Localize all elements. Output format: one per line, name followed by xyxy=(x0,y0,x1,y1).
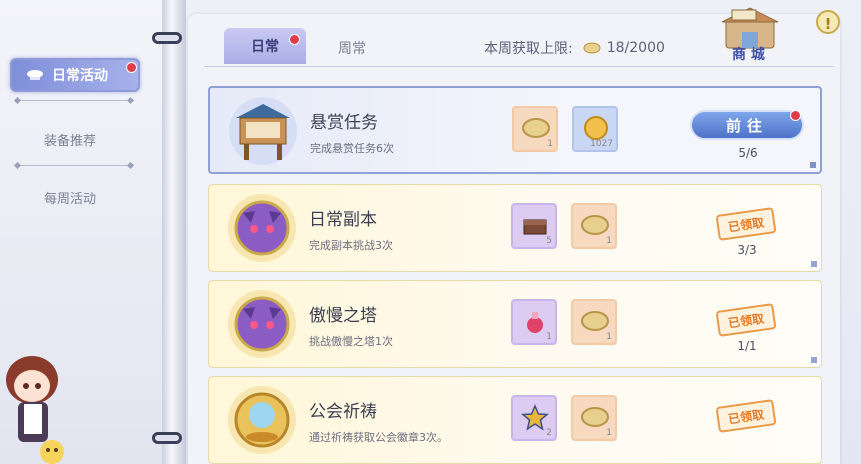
divider xyxy=(204,66,834,67)
chibi-character-image xyxy=(6,356,64,464)
divider xyxy=(18,100,130,101)
notification-dot xyxy=(126,62,137,73)
binder-spine xyxy=(162,0,186,464)
task-title: 日常副本 xyxy=(309,210,377,230)
task-desc: 通过祈祷获取公会徽章3次。 xyxy=(309,431,448,444)
notification-dot xyxy=(289,34,300,45)
task-row: 公会祈祷 通过祈祷获取公会徽章3次。 2 1 已领取 xyxy=(208,376,822,464)
weekly-limit-label: 本周获取上限: xyxy=(484,41,573,57)
binder-ring xyxy=(152,432,182,444)
claimed-stamp: 已领取 xyxy=(715,399,777,433)
go-button[interactable]: 前往 xyxy=(690,110,804,140)
claimed-stamp: 已领取 xyxy=(715,207,777,241)
reward-slot[interactable]: 1 xyxy=(571,299,617,345)
task-title: 傲慢之塔 xyxy=(309,306,377,326)
task-desc: 完成悬赏任务6次 xyxy=(310,142,394,155)
task-row: 傲慢之塔 挑战傲慢之塔1次 1 1 已领取 1/1 xyxy=(208,280,822,368)
reward-qty: 1027 xyxy=(590,139,613,149)
reward-slot[interactable]: 1 xyxy=(511,299,557,345)
corner-mark xyxy=(811,261,817,267)
sidebar-item-label: 日常活动 xyxy=(52,68,108,84)
notification-dot xyxy=(790,110,801,121)
demon-mask-icon xyxy=(228,290,296,358)
task-progress: 3/3 xyxy=(737,243,757,257)
reward-qty: 5 xyxy=(546,236,552,246)
reward-slot[interactable]: 1 xyxy=(571,203,617,249)
reward-slot[interactable]: 1 xyxy=(512,106,558,152)
task-progress: 1/1 xyxy=(737,339,757,353)
tab-weekly[interactable]: 周常 xyxy=(338,38,366,58)
sidebar-item-daily-activity[interactable]: 日常活动 xyxy=(10,58,140,92)
binder-ring xyxy=(152,32,182,44)
task-desc: 完成副本挑战3次 xyxy=(309,239,393,252)
reward-qty: 1 xyxy=(547,139,553,149)
reward-qty: 1 xyxy=(606,428,612,438)
reward-slot[interactable]: 1 xyxy=(571,395,617,441)
reward-qty: 1 xyxy=(606,332,612,342)
weekly-limit-value: 18/2000 xyxy=(606,40,665,56)
bounty-board-icon xyxy=(229,97,297,165)
reward-slot[interactable]: 1027 xyxy=(572,106,618,152)
task-progress: 5/6 xyxy=(738,146,758,160)
reward-qty: 1 xyxy=(606,236,612,246)
claimed-stamp: 已领取 xyxy=(715,303,777,337)
corner-mark xyxy=(810,162,816,168)
sidebar-item-equipment[interactable]: 装备推荐 xyxy=(0,130,140,149)
corner-mark xyxy=(811,357,817,363)
airship-icon xyxy=(27,70,43,80)
task-row: 悬赏任务 完成悬赏任务6次 1 1027 前往 5/6 xyxy=(208,86,822,174)
sidebar-item-weekly[interactable]: 每周活动 xyxy=(0,188,140,207)
shop-label[interactable]: 商 城 xyxy=(732,44,765,64)
reward-qty: 1 xyxy=(546,332,552,342)
weekly-limit: 本周获取上限: 18/2000 xyxy=(484,38,665,58)
demon-mask-icon xyxy=(228,194,296,262)
reward-slot[interactable]: 5 xyxy=(511,203,557,249)
task-title: 公会祈祷 xyxy=(309,402,377,422)
divider xyxy=(18,165,130,166)
task-desc: 挑战傲慢之塔1次 xyxy=(309,335,393,348)
badge-coin-icon xyxy=(583,42,601,54)
guild-crest-icon xyxy=(228,386,296,454)
reward-qty: 2 xyxy=(546,428,552,438)
task-row: 日常副本 完成副本挑战3次 5 1 已领取 3/3 xyxy=(208,184,822,272)
help-button[interactable]: ! xyxy=(816,10,840,34)
reward-slot[interactable]: 2 xyxy=(511,395,557,441)
task-title: 悬赏任务 xyxy=(310,113,378,133)
